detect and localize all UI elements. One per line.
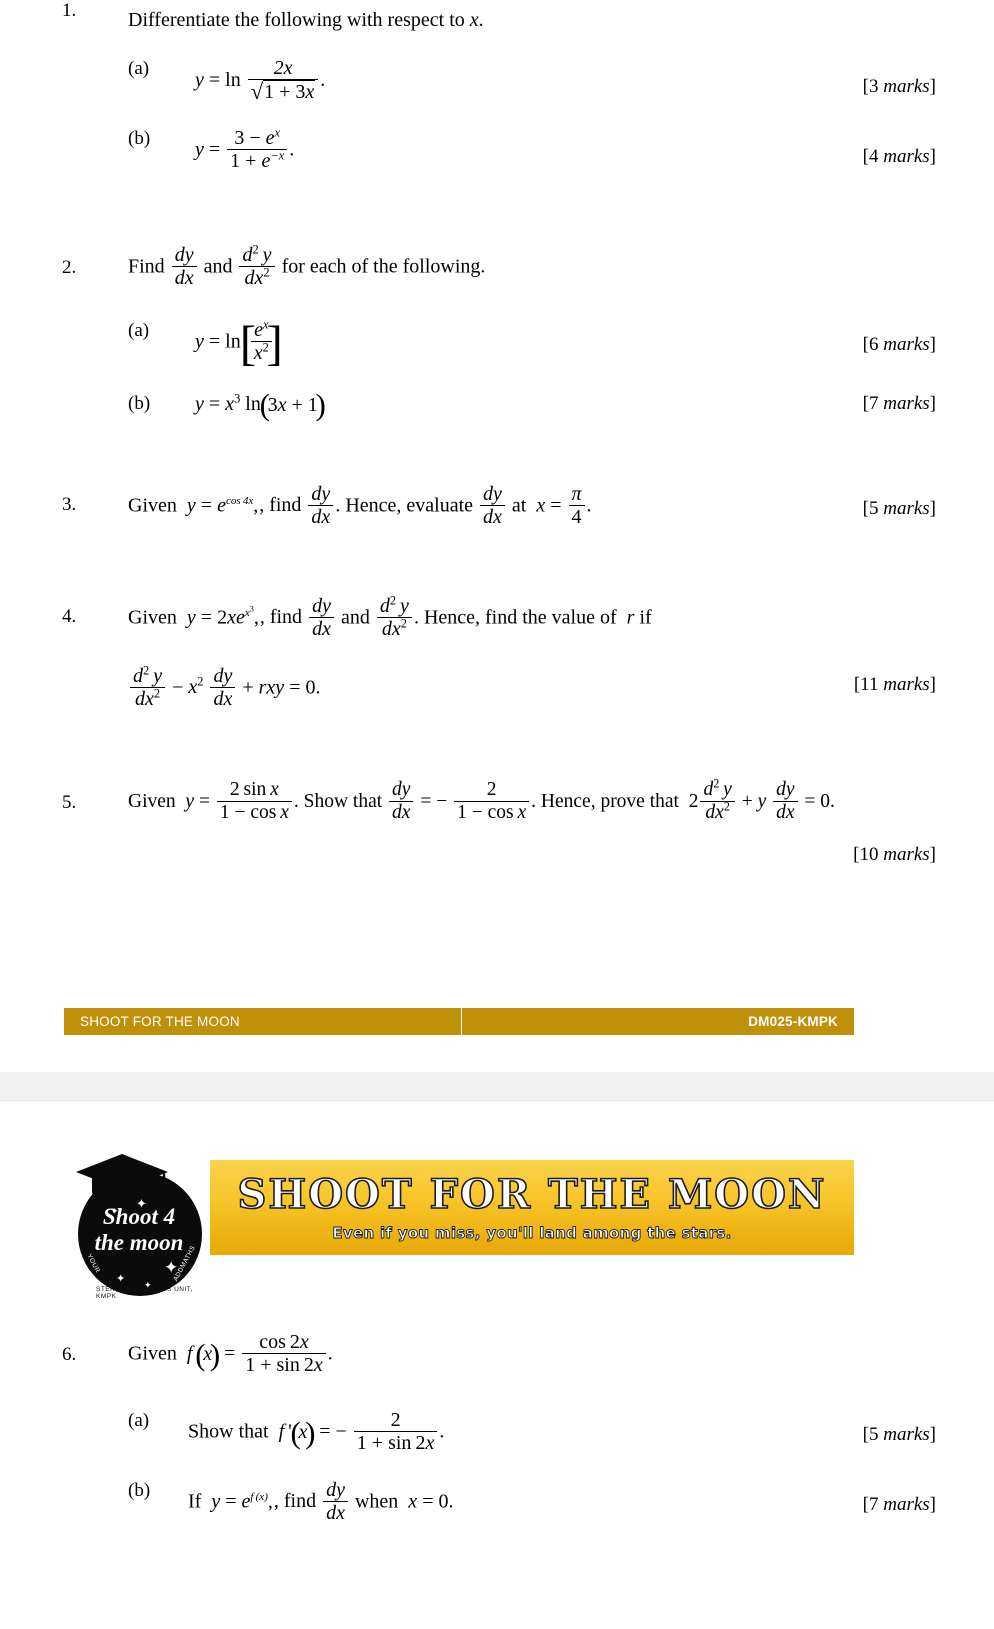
banner-tagline: Even if you miss, you'll land among the … (332, 1224, 732, 1243)
question-3-given: Given (128, 494, 177, 517)
page-break-gap (0, 1072, 994, 1100)
question-6-period: . (327, 1342, 333, 1365)
question-6b: (b) If y = ef (x), , find dy dx when x = … (0, 1479, 994, 1526)
question-5-rhs-numerator: 2 (486, 779, 497, 801)
question-6a-marks: [5 marks] (862, 1424, 936, 1445)
question-2-stem-post: for each of the following. (281, 255, 486, 278)
question-4-and: and (340, 606, 370, 629)
question-5-expression: Given y = 2 sin x1 − cos x. Show that dy… (128, 776, 835, 823)
question-1-stem: Differentiate the following with respect… (128, 9, 465, 31)
question-2b-label: (b) (128, 393, 151, 414)
exam-paper-page: 1. Differentiate the following with resp… (0, 0, 994, 1629)
question-3: 3. Given y = ecos 4x, , find dy dx. Hence… (0, 483, 994, 530)
question-6a-period: . (439, 1420, 445, 1443)
question-2a: (a) y = ln exx2 [6 marks] (0, 318, 994, 366)
star-icon: ✦ (111, 1206, 119, 1216)
question-6b-find: , find (273, 1490, 317, 1513)
footer-left-label: SHOOT FOR THE MOON (80, 1014, 240, 1029)
page-footer-bar: SHOOT FOR THE MOON DM025-KMPK (64, 1008, 854, 1035)
question-4-find: , find (259, 606, 303, 629)
question-6b-label: (b) (128, 1480, 151, 1501)
question-3-hence: . Hence, evaluate (335, 494, 474, 517)
question-4: 4. Given y = 2xex3, , find dy dx and d2 y… (0, 593, 994, 710)
logo-arc-bottom: STER, MATHEMATICS UNIT, KMPK (96, 1286, 193, 1300)
question-5-number: 5. (62, 792, 77, 813)
question-1b-marks: [4 marks] (862, 146, 936, 167)
question-1b-label: (b) (128, 128, 151, 149)
question-6a: (a) Show that f 'x = − 21 + sin 2x. [5 m… (0, 1409, 994, 1456)
question-5-marks: [10 marks] (853, 844, 936, 865)
question-2: 2. Find dy dx and d2 y dx2 for each of the… (0, 242, 994, 416)
question-2a-label: (a) (128, 320, 150, 341)
question-2a-marks: [6 marks] (862, 334, 936, 355)
question-3-x-denominator: 4 (568, 505, 585, 528)
question-2-stem-mid: and (203, 255, 233, 278)
question-6b-marks: [7 marks] (862, 1494, 936, 1515)
question-4-if: if (639, 606, 652, 629)
question-6-stem: Given f x = cos 2x1 + sin 2x. (128, 1331, 994, 1378)
question-4-stem: Given y = 2xex3, , find dy dx and d2 y dx2… (128, 593, 652, 641)
question-4-equation: d2 y dx2 − x2 dy dx + rxy = 0. (128, 664, 520, 712)
footer-right-segment: DM025-KMPK (462, 1008, 854, 1035)
question-4-number: 4. (62, 606, 77, 627)
question-6-given: Given (128, 1342, 177, 1365)
question-1a-label: (a) (128, 58, 150, 79)
question-5-show: . Show that (293, 790, 383, 812)
question-1-number: 1. (62, 0, 77, 21)
question-2-number: 2. (62, 257, 77, 278)
star-icon: ✦ (136, 1196, 147, 1211)
shoot-for-the-moon-banner: SHOOT FOR THE MOON Even if you miss, you… (210, 1160, 854, 1255)
question-5-tail: = 0. (804, 790, 835, 812)
question-6-number: 6. (62, 1344, 77, 1365)
question-3-number: 3. (62, 494, 77, 515)
question-4-equation-tail: = 0. (289, 676, 321, 699)
question-6a-label: (a) (128, 1410, 150, 1431)
question-3-x-numerator: π (571, 483, 582, 505)
question-3-period: . (586, 494, 592, 517)
question-5: 5. Given y = 2 sin x1 − cos x. Show that… (0, 776, 994, 865)
question-1b: (b) y = 3 − ex 1 + e−x . [4 marks] (0, 126, 994, 174)
question-4-given: Given (128, 606, 177, 629)
question-3-find: , find (259, 494, 302, 517)
question-2b: (b) y = x3 ln3x + 1 [7 marks] (0, 392, 994, 417)
banner-title: SHOOT FOR THE MOON (237, 1170, 827, 1219)
question-6a-text: Show that (188, 1420, 269, 1443)
star-icon: ✦ (116, 1273, 126, 1285)
footer-right-label: DM025-KMPK (748, 1014, 838, 1029)
question-1-stem-variable: x (469, 9, 479, 31)
question-6b-when: when (354, 1490, 399, 1513)
footer-left-segment: SHOOT FOR THE MOON (64, 1008, 461, 1035)
question-3-marks: [5 marks] (862, 498, 936, 519)
question-2-stem: Find dy dx and d2 y dx2 for each of the fo… (128, 242, 486, 290)
question-2-stem-pre: Find (128, 255, 165, 278)
question-3-at: at (511, 494, 527, 517)
page-break-rule-bottom (0, 1100, 994, 1101)
graduation-cap-icon (76, 1154, 168, 1206)
question-1a: (a) y = ln 2x 1 + 3x . [3 marks] (0, 57, 994, 105)
question-1: 1. Differentiate the following with resp… (0, 0, 994, 190)
question-6a-rhs-numerator: 2 (390, 1409, 401, 1431)
question-5-given: Given (128, 790, 176, 812)
question-1a-marks: [3 marks] (862, 76, 936, 97)
question-4-marks: [11 marks] (853, 674, 936, 695)
question-6: 6. Given f x = cos 2x1 + sin 2x. (a) Sho… (0, 1331, 994, 1524)
question-4-hence: . Hence, find the value of (413, 606, 617, 629)
question-5-hence: . Hence, prove that (531, 790, 679, 812)
question-6b-if: If (188, 1490, 202, 1513)
question-2b-marks: [7 marks] (862, 393, 936, 414)
shoot-4-the-moon-logo: Shoot 4 the moon ✦ ✦ ✦ ✦ ✦ YOUR ADDMATHS… (64, 1140, 214, 1300)
question-1-stem-end: . (478, 9, 484, 31)
